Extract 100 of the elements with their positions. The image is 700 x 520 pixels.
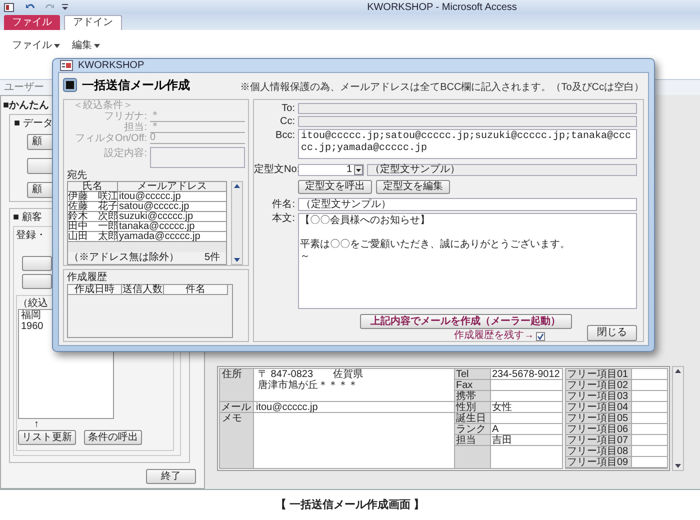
subject-field[interactable]: （定型文サンプル） — [298, 198, 637, 211]
field-label: ランク — [455, 424, 491, 434]
field-value[interactable]: 女性 — [491, 402, 562, 412]
table-cell: 山田 太郎 — [68, 232, 118, 241]
section-label: ■ データ — [14, 118, 53, 130]
field-label: 本文: — [271, 213, 296, 224]
table-cell-text: yamada@ccccc.jp — [118, 232, 202, 241]
field-value[interactable] — [632, 402, 667, 412]
address-line: 〒 847-0823 佐賀県 — [258, 369, 364, 380]
list-item: 福岡 — [21, 310, 42, 321]
field-value[interactable] — [491, 391, 562, 401]
dialog-title: KWORKSHOP — [78, 60, 144, 70]
form-heading: 一括送信メール作成 — [82, 78, 190, 92]
field-label: Tel — [455, 369, 491, 379]
section-heading: ■かんたん — [3, 99, 50, 113]
scrollbar[interactable] — [672, 366, 684, 471]
column-header: 送信人数 — [122, 285, 164, 294]
history-title: 作成履歴 — [67, 272, 107, 284]
list-button[interactable]: 条件の呼出 — [84, 430, 142, 445]
field-label: 設定内容: — [103, 147, 147, 161]
field-value[interactable] — [632, 413, 667, 423]
field-label: 携帯 — [455, 391, 491, 401]
template-button[interactable]: 定型文を編集 — [376, 180, 450, 194]
field-label: フリー項目05 — [566, 413, 632, 423]
field-label: フリー項目08 — [566, 446, 632, 456]
field-label: 誕生日 — [455, 413, 491, 423]
table-cell: 田中 一郎 — [68, 222, 118, 231]
field-label: フリー項目06 — [566, 424, 632, 434]
table-cell: 鈴木 次郎 — [68, 212, 118, 221]
field-label: Fax — [455, 380, 491, 390]
scroll-down-icon[interactable] — [675, 464, 681, 468]
scroll-up-icon[interactable] — [234, 184, 240, 188]
field-label: フリー項目01 — [566, 369, 632, 379]
column-header: 件名 — [164, 285, 228, 294]
caret-icon — [94, 44, 100, 48]
group-label: 登録・ — [16, 230, 46, 242]
column-header: 氏名 — [68, 182, 118, 191]
exit-button[interactable]: 終了 — [146, 469, 196, 484]
ribbon-tab[interactable]: ファイル — [4, 15, 60, 30]
nav-button[interactable] — [22, 256, 52, 271]
dropdown-icon[interactable] — [354, 165, 363, 175]
table-cell-text: itou@ccccc.jp — [118, 192, 181, 201]
field-value[interactable] — [632, 380, 667, 390]
field-label: To: — [280, 104, 296, 114]
field-label: メモ — [220, 413, 254, 468]
note-text: （※アドレス無は除外） — [69, 253, 179, 263]
mail-field[interactable]: itou@ccccc.jp — [254, 402, 454, 412]
list-button[interactable]: リスト更新 — [18, 430, 76, 445]
field-label: 定型文No: — [254, 165, 298, 175]
keep-history-checkbox[interactable] — [536, 332, 545, 340]
template-button[interactable]: 定型文を呼出 — [298, 180, 372, 194]
table-cell-text: suzuki@ccccc.jp — [118, 212, 194, 221]
scroll-down-icon[interactable] — [234, 258, 240, 262]
bcc-field[interactable]: itou@ccccc.jp;satou@ccccc.jp;suzuki@ccccc.jp;tanaka@ccccc.jp;yamada@ccccc.jp — [298, 129, 637, 159]
dropdown-icon[interactable] — [62, 2, 68, 12]
app-icon — [4, 2, 14, 12]
field-value[interactable]: 吉田 — [491, 435, 562, 445]
checkbox-label: 作成履歴を残す→ — [454, 331, 534, 341]
field-value[interactable] — [632, 424, 667, 434]
close-button[interactable]: 閉じる — [587, 325, 637, 341]
create-mail-button[interactable]: 上記内容でメールを作成（メーラー起動） — [360, 314, 572, 329]
filter-title: ＜絞込条件＞ — [72, 101, 133, 111]
nav-button[interactable] — [22, 274, 52, 289]
field-value[interactable] — [632, 369, 667, 379]
notice-text: ※個人情報保護の為、メールアドレスは全てBCC欄に記入されます。（To及びCcは空白） — [240, 82, 644, 93]
ribbon-menu[interactable]: 編集 — [72, 38, 100, 53]
count-text: 5件 — [204, 253, 220, 263]
field-label: フリー項目03 — [566, 391, 632, 401]
field-value[interactable] — [491, 380, 562, 390]
ribbon-tab[interactable]: アドイン — [64, 15, 122, 30]
body-line: 【〇〇会員様へのお知らせ】 — [300, 215, 430, 227]
settings-field[interactable] — [150, 147, 245, 168]
field-value[interactable] — [632, 435, 667, 445]
nav-label: ユーザー — [4, 82, 44, 92]
address-field[interactable]: 〒 847-0823 佐賀県 唐津市旭が丘＊＊＊＊ — [254, 369, 454, 401]
template-number-field[interactable]: 1 — [298, 164, 364, 176]
field-value[interactable]: 234-5678-9012 — [491, 369, 562, 379]
caption: 【 一括送信メール作成画面 】 — [275, 500, 425, 510]
field-value[interactable] — [632, 391, 667, 401]
field-value[interactable] — [632, 446, 667, 456]
cc-field[interactable] — [298, 116, 637, 127]
field-label: フリガナ: — [103, 112, 147, 122]
field-label: Bcc: — [274, 129, 296, 141]
field-value[interactable] — [491, 446, 562, 468]
recipients-title: 宛先 — [67, 170, 87, 181]
body-line: 平素は〇〇をご愛顧いただき、誠にありがとうございます。 — [300, 239, 570, 251]
field-value[interactable]: A — [491, 424, 562, 434]
field-label: フリー項目07 — [566, 435, 632, 445]
field-value[interactable] — [632, 457, 667, 467]
section-label: ■ 顧客 — [13, 212, 42, 224]
ribbon-menu[interactable]: ファイル — [12, 38, 60, 53]
scrollbar[interactable] — [231, 181, 243, 265]
scroll-up-icon[interactable] — [675, 369, 681, 373]
template-name-field[interactable]: （定型文サンプル） — [367, 164, 637, 176]
to-field[interactable] — [298, 103, 637, 114]
body-field[interactable]: 【〇〇会員様へのお知らせ】 平素は〇〇をご愛顧いただき、誠にありがとうございます。 ～ — [298, 213, 637, 309]
field-value[interactable] — [491, 413, 562, 423]
table-cell: 佐藤 花子 — [68, 202, 118, 211]
window-title: KWORKSHOP - Microsoft Access — [367, 0, 517, 14]
memo-field[interactable] — [254, 413, 454, 468]
